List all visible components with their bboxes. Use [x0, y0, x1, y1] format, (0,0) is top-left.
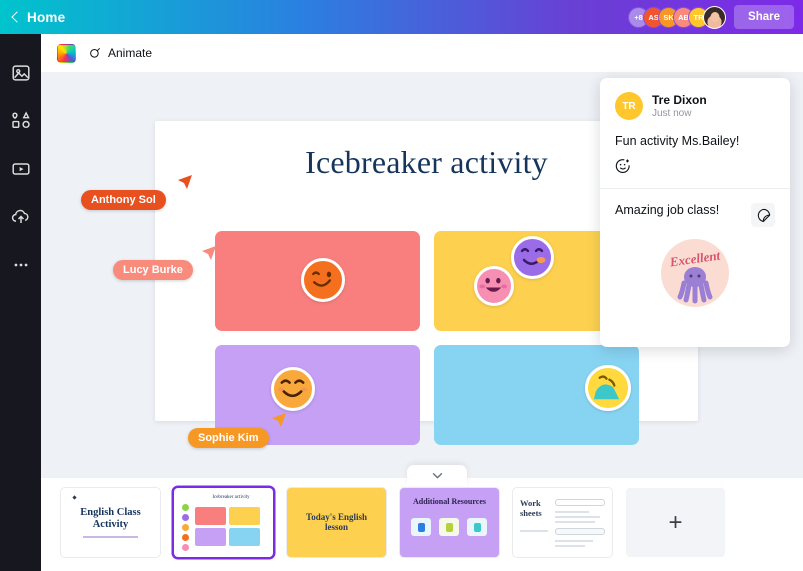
- thumb5-line-4: [520, 530, 548, 532]
- thumb2-cell-pink: [195, 507, 226, 525]
- thumb2-cell-purple: [195, 528, 226, 546]
- share-button[interactable]: Share: [734, 5, 794, 29]
- octopus-icon: [677, 267, 713, 304]
- comment-thread-panel[interactable]: TR Tre Dixon Just now Fun activity Ms.Ba…: [600, 78, 790, 347]
- thumb5-line-1: [555, 511, 589, 513]
- animate-label: Animate: [108, 46, 153, 60]
- thumb4-icon-2: [446, 523, 453, 532]
- add-reaction-icon[interactable]: [615, 158, 631, 174]
- thumb5-field-2: [555, 528, 605, 535]
- thumb1-rule: [83, 536, 138, 538]
- thumb5-line-5: [555, 540, 593, 542]
- thumb5-line-6: [555, 545, 585, 547]
- comment-message-2: Amazing job class!: [615, 203, 720, 217]
- editor-toolbar: Animate: [41, 34, 803, 73]
- back-chevron-icon: [10, 12, 20, 22]
- thumb2-dot-2: [182, 514, 189, 521]
- add-page-button[interactable]: +: [626, 488, 725, 557]
- thumb2-dot-4: [182, 534, 189, 541]
- chevron-down-icon: [432, 472, 442, 479]
- sticker-laugh-pink[interactable]: [474, 266, 514, 306]
- thumb4-icon-1: [418, 523, 425, 532]
- thumb2-cell-blue: [229, 528, 260, 546]
- thumb5-field-1: [555, 499, 605, 506]
- cursor-arrow-icon: [272, 413, 286, 427]
- excellent-sticker[interactable]: Excellent: [661, 239, 729, 307]
- page-thumbnail-2-title: Icebreaker activity: [212, 495, 250, 500]
- top-bar-right: +8 AS SK AB TR Share: [628, 5, 794, 29]
- collaborator-tag-lucy: Lucy Burke: [113, 260, 193, 280]
- animate-icon: [90, 47, 101, 58]
- collaborator-tag-anthony: Anthony Sol: [81, 190, 166, 210]
- left-sidebar: [0, 34, 41, 571]
- avatar-photo[interactable]: [703, 5, 727, 29]
- sticker-wink-orange[interactable]: [301, 258, 345, 302]
- home-label: Home: [27, 9, 66, 25]
- comment-divider: [600, 188, 790, 189]
- grid-cell-blue[interactable]: [434, 345, 639, 445]
- comment-message-1: Fun activity Ms.Bailey!: [615, 134, 740, 148]
- grid-cell-pink[interactable]: [215, 231, 420, 331]
- page-thumbnail-5-title: Work sheets: [520, 498, 542, 518]
- comment-timestamp: Just now: [652, 108, 692, 119]
- thumb5-line-2: [555, 516, 600, 518]
- comment-row-2: Amazing job class!: [615, 203, 775, 227]
- page-thumbnail-3[interactable]: Today's English lesson: [287, 488, 386, 557]
- cursor-arrow-icon: [178, 175, 192, 189]
- sticker-smile-purple[interactable]: [511, 236, 554, 279]
- comment-author-meta: Tre Dixon Just now: [652, 93, 707, 119]
- comment-author-avatar[interactable]: TR: [615, 92, 643, 120]
- animate-button[interactable]: Animate: [88, 46, 152, 60]
- thumb1-star: [72, 495, 77, 500]
- page-thumbnail-5[interactable]: Work sheets: [513, 488, 612, 557]
- comment-header: TR Tre Dixon Just now: [615, 92, 775, 120]
- collapse-pages-button[interactable]: [407, 465, 467, 486]
- thumb2-dot-3: [182, 524, 189, 531]
- page-color-swatch[interactable]: [57, 43, 76, 63]
- thumb2-dot-5: [182, 544, 189, 551]
- collaborator-tag-sophie: Sophie Kim: [188, 428, 269, 448]
- add-sticker-button[interactable]: [751, 203, 775, 227]
- thumb2-dot-1: [182, 504, 189, 511]
- thumb2-cell-yellow: [229, 507, 260, 525]
- page-thumbnails: English Class Activity Icebreaker activi…: [61, 488, 725, 557]
- thumb4-icon-3: [474, 523, 481, 532]
- cursor-arrow-icon: [202, 246, 216, 260]
- comment-author-name: Tre Dixon: [652, 93, 707, 107]
- collaborator-avatars[interactable]: +8 AS SK AB TR: [628, 5, 727, 29]
- page-thumbnail-2[interactable]: Icebreaker activity: [174, 488, 273, 557]
- sticker-yellow-hidden[interactable]: [585, 365, 631, 411]
- home-button[interactable]: Home: [10, 10, 65, 25]
- page-thumbnail-1[interactable]: English Class Activity: [61, 488, 160, 557]
- top-bar: Home +8 AS SK AB TR Share: [0, 0, 803, 34]
- canva-editor-window: Home +8 AS SK AB TR Share Animate Icebre…: [0, 0, 803, 571]
- page-thumbnail-1-title: English Class Activity: [80, 507, 141, 531]
- sticker-smile-orange[interactable]: [271, 367, 315, 411]
- page-strip: English Class Activity Icebreaker activi…: [41, 465, 803, 571]
- page-thumbnail-3-title: Today's English lesson: [306, 512, 367, 533]
- sidebar-item-uploads[interactable]: [10, 206, 32, 228]
- sidebar-item-elements[interactable]: [10, 110, 32, 132]
- sidebar-item-images[interactable]: [10, 62, 32, 84]
- thumb5-line-3: [555, 521, 595, 523]
- page-thumbnail-4-title: Additional Resources: [413, 497, 486, 506]
- page-thumbnail-4[interactable]: Additional Resources: [400, 488, 499, 557]
- sidebar-item-video[interactable]: [10, 158, 32, 180]
- sidebar-item-more[interactable]: [10, 254, 32, 276]
